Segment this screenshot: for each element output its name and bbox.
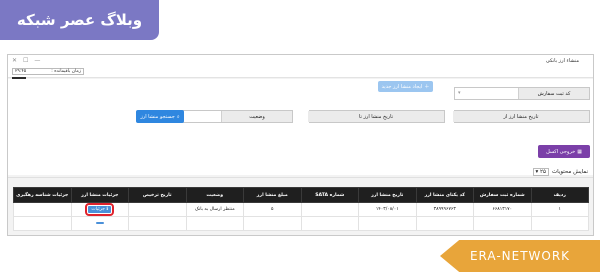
search-button[interactable]: ⌕ جستجو منشا ارز xyxy=(136,110,184,123)
page-size-label: نمایش محتویات xyxy=(551,169,588,175)
col-amount[interactable]: مبلغ منشا ارز xyxy=(243,187,302,203)
col-tracking[interactable]: جزئیات شناسه رهگیری xyxy=(13,187,72,203)
info-icon: ℹ xyxy=(106,207,109,212)
from-date-label: تاریخ منشا ارز از xyxy=(453,111,589,122)
maximize-icon[interactable]: ☐ xyxy=(23,57,28,64)
excel-export-button[interactable]: ▦ خروجی اکسل xyxy=(538,145,590,158)
col-status[interactable]: وضعیت xyxy=(185,187,244,203)
cell-detail: ℹ جزئیات xyxy=(70,202,129,217)
new-request-label: ایجاد منشا ارز جدید xyxy=(381,83,423,90)
order-code-label: کد ثبت سفارش xyxy=(518,88,589,99)
cell-date: ۱۴۰۳/۰۸/۰۱ xyxy=(358,202,417,217)
cell-detail xyxy=(70,216,129,231)
col-detail[interactable]: جزئیات منشا ارز xyxy=(70,187,129,203)
page-size-control: نمایش محتویات ۲۵ ▾ xyxy=(532,168,588,176)
cell-order-no: ۶۶۸۱۳۱۷۰ xyxy=(473,202,532,217)
window-controls: ✕ ☐ — xyxy=(12,57,40,64)
table-icon: ▦ xyxy=(577,148,582,155)
timer-bar: زمان باقیمانده : ۲۹:۴۵ xyxy=(8,67,593,79)
plus-icon: ＋ xyxy=(424,84,430,90)
status-label: وضعیت xyxy=(221,111,292,122)
new-request-button[interactable]: ＋ ایجاد منشا ارز جدید xyxy=(378,81,433,92)
cell-status: منتظر ارسال به بانک xyxy=(185,202,244,217)
timer-label: زمان باقیمانده : xyxy=(51,69,81,74)
close-icon[interactable]: ✕ xyxy=(12,57,17,64)
search-button-label: جستجو منشا ارز xyxy=(140,113,175,120)
window-title: منشاء ارز بانکی xyxy=(545,58,579,64)
results-table: ردیف شماره ثبت سفارش کد یکتای منشا ارز ت… xyxy=(13,187,589,231)
watermark-bottom: ERA-NETWORK xyxy=(440,240,600,272)
detail-button-partial[interactable] xyxy=(95,222,104,224)
session-timer: زمان باقیمانده : ۲۹:۴۵ xyxy=(12,68,84,75)
cell-index: ۱ xyxy=(530,202,589,217)
cell-tracking xyxy=(13,202,72,217)
table-row-partial xyxy=(13,216,589,231)
chevron-down-icon: ▾ xyxy=(458,90,461,96)
detail-button-label: جزئیات xyxy=(91,207,105,212)
col-clearance-date[interactable]: تاریخ ترخیص xyxy=(128,187,187,203)
timer-value: ۲۹:۴۵ xyxy=(15,69,27,74)
table-header-row: ردیف شماره ثبت سفارش کد یکتای منشا ارز ت… xyxy=(13,187,589,203)
order-code-select[interactable]: کد ثبت سفارش ▾ xyxy=(454,87,590,100)
col-sata[interactable]: شماره SATA xyxy=(300,187,359,203)
detail-button[interactable]: ℹ جزئیات xyxy=(85,203,115,216)
watermark-top: وبلاگ عصر شبکه xyxy=(0,0,159,40)
col-index[interactable]: ردیف xyxy=(530,187,589,203)
search-icon: ⌕ xyxy=(176,113,180,120)
page-size-value: ۲۵ xyxy=(540,169,546,175)
to-date-field[interactable]: تاریخ منشا ارز تا xyxy=(308,110,445,123)
cell-clearance-date xyxy=(128,202,187,217)
col-order-no[interactable]: شماره ثبت سفارش xyxy=(473,187,532,203)
table-row: ۱ ۶۶۸۱۳۱۷۰ ۳۸۹۹۹۶۷۶۳ ۱۴۰۳/۰۸/۰۱ ۵ منتظر … xyxy=(13,202,589,217)
chevron-down-icon: ▾ xyxy=(535,169,539,175)
filter-panel: کد ثبت سفارش ▾ ＋ ایجاد منشا ارز جدید تار… xyxy=(8,79,593,175)
minimize-icon[interactable]: — xyxy=(34,57,40,64)
to-date-label: تاریخ منشا ارز تا xyxy=(308,111,444,122)
cell-sata xyxy=(300,202,359,217)
page-size-select[interactable]: ۲۵ ▾ xyxy=(532,168,549,176)
section-divider xyxy=(8,177,593,178)
cell-amount: ۵ xyxy=(243,202,302,217)
from-date-field[interactable]: تاریخ منشا ارز از xyxy=(453,110,590,123)
cell-unique-code: ۳۸۹۹۹۶۷۶۳ xyxy=(415,202,474,217)
col-unique-code[interactable]: کد یکتای منشا ارز xyxy=(415,187,474,203)
col-date[interactable]: تاریخ منشا ارز xyxy=(358,187,417,203)
app-window: منشاء ارز بانکی ✕ ☐ — زمان باقیمانده : ۲… xyxy=(7,54,594,236)
excel-export-label: خروجی اکسل xyxy=(546,148,576,155)
